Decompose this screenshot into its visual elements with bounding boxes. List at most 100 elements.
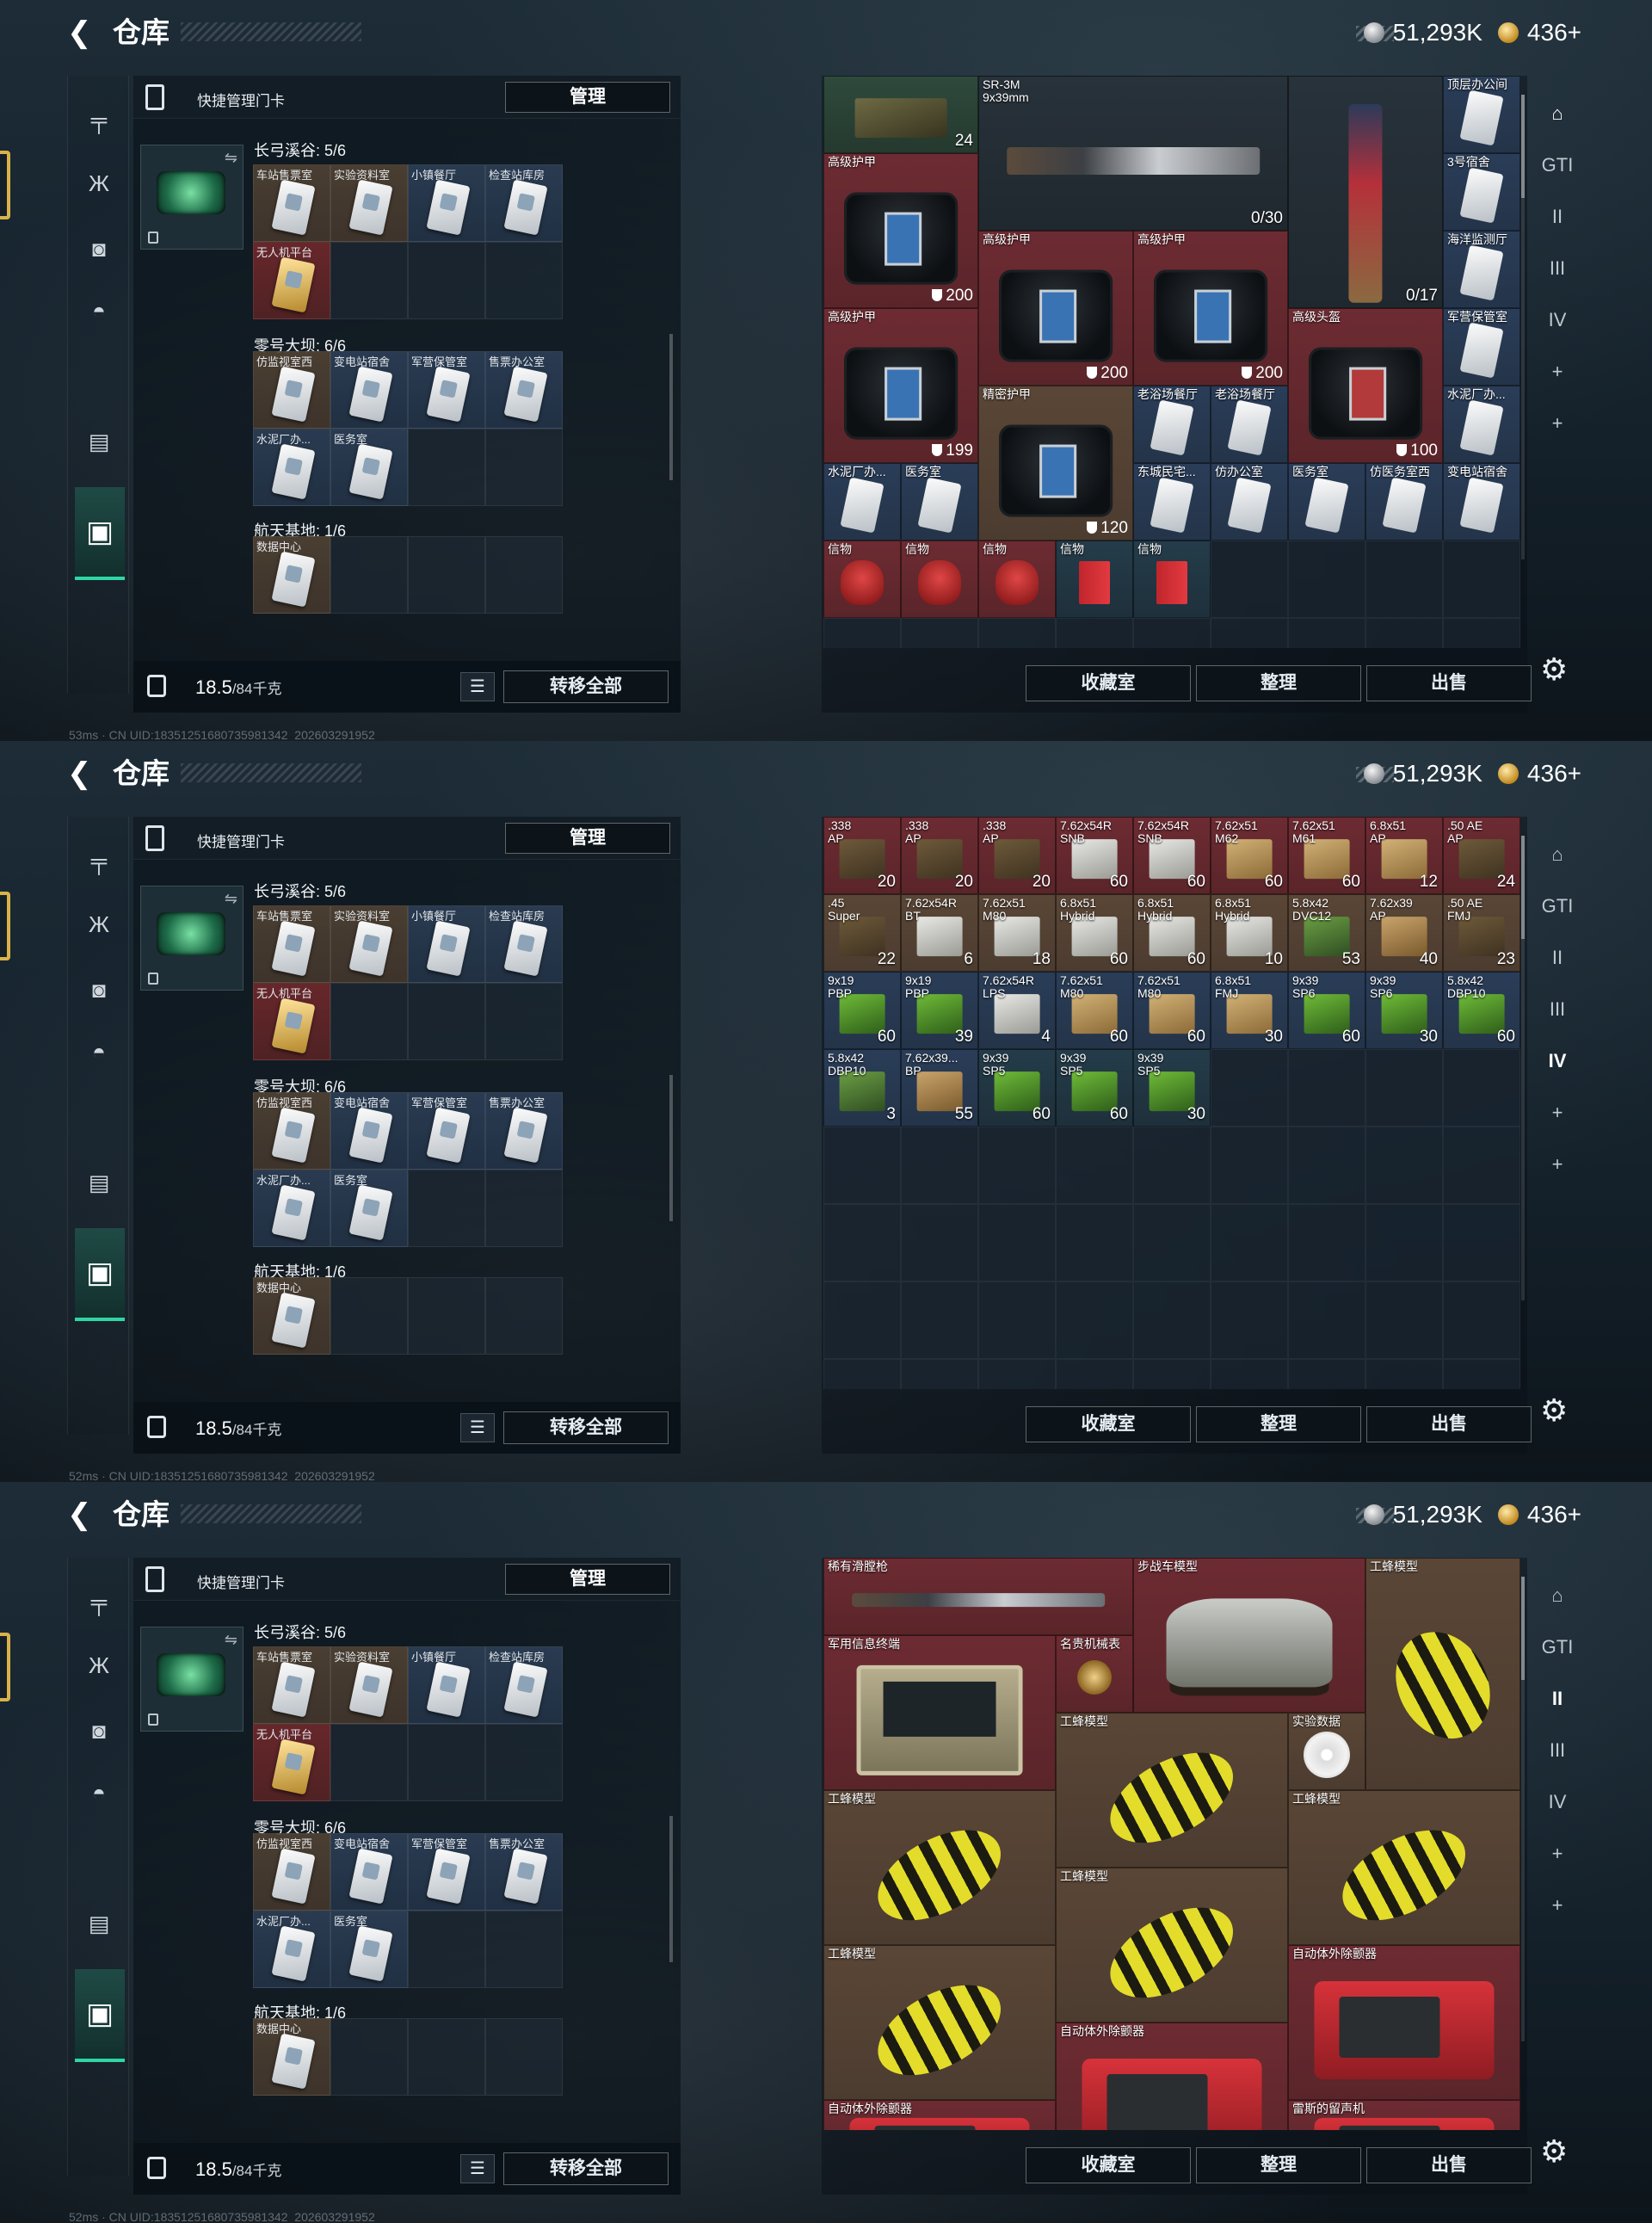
vest-icon[interactable]: Ж — [85, 170, 113, 196]
warehouse-item[interactable]: 高级护甲 200 — [978, 231, 1133, 386]
back-arrow-icon[interactable]: ❮ — [67, 15, 92, 50]
keycard-case-item[interactable]: ⇋ — [140, 1627, 243, 1732]
warehouse-item[interactable]: 5.8x42 DBP10 60 — [1443, 972, 1520, 1049]
warehouse-item[interactable]: 工蜂模型 — [823, 1790, 1056, 1945]
warehouse-item[interactable]: 水泥厂办... — [823, 463, 901, 540]
warehouse-item[interactable]: 老浴场餐厅 — [1133, 386, 1211, 463]
empty-keycard-slot[interactable] — [408, 536, 485, 614]
warehouse-item[interactable]: 变电站宿舍 — [1443, 463, 1520, 540]
helmet-icon[interactable]: ◓ — [85, 1780, 113, 1806]
gold-amount[interactable]: 436+ — [1527, 758, 1581, 789]
swap-icon[interactable]: ⇋ — [225, 890, 237, 908]
storage-tab-home-icon[interactable]: ⌂ — [1537, 95, 1578, 133]
gear-icon[interactable]: ⚙ — [1540, 2133, 1568, 2170]
keycard-slot[interactable]: 车站售票室 — [253, 905, 330, 983]
keycard-slot[interactable]: 医务室 — [330, 429, 408, 506]
keycard-slot[interactable]: 小镇餐厅 — [408, 905, 485, 983]
briefcase-icon[interactable]: ▤ — [85, 1911, 113, 1936]
empty-keycard-slot[interactable] — [485, 983, 563, 1060]
empty-slot[interactable] — [1133, 1127, 1211, 1204]
keycard-slot[interactable]: 医务室 — [330, 1911, 408, 1988]
empty-slot[interactable] — [1365, 1204, 1443, 1281]
empty-keycard-slot[interactable] — [408, 242, 485, 319]
empty-slot[interactable] — [1211, 1049, 1288, 1127]
category-tab-keycards[interactable]: ▣ — [75, 487, 125, 580]
lock-icon[interactable] — [147, 675, 166, 697]
keycard-slot[interactable]: 水泥厂办... — [253, 1170, 330, 1247]
panel-scrollbar[interactable] — [669, 334, 673, 480]
empty-slot[interactable] — [1133, 1204, 1211, 1281]
warehouse-item[interactable]: 7.62x39 AP 40 — [1365, 894, 1443, 972]
keycard-slot[interactable]: 水泥厂办... — [253, 1911, 330, 1988]
empty-slot[interactable] — [1056, 1204, 1133, 1281]
collection-room-button[interactable]: 收藏室 — [1026, 665, 1191, 701]
empty-keycard-slot[interactable] — [330, 242, 408, 319]
keycard-slot[interactable]: 实验资料室 — [330, 905, 408, 983]
warehouse-item[interactable]: 7.62x54R BT 6 — [901, 894, 978, 972]
warehouse-item[interactable]: 7.62x51 M80 60 — [1056, 972, 1133, 1049]
empty-slot[interactable] — [1288, 1204, 1365, 1281]
gold-amount[interactable]: 436+ — [1527, 17, 1581, 48]
empty-keycard-slot[interactable] — [408, 429, 485, 506]
warehouse-item[interactable]: .45 Super 22 — [823, 894, 901, 972]
collection-room-button[interactable]: 收藏室 — [1026, 1406, 1191, 1442]
keycard-slot[interactable]: 售票办公室 — [485, 1833, 563, 1911]
empty-keycard-slot[interactable] — [408, 2018, 485, 2096]
storage-tab-3-icon[interactable]: II — [1537, 1680, 1578, 1718]
keycard-slot[interactable]: 实验资料室 — [330, 164, 408, 242]
add-storage-tab-icon[interactable]: + — [1537, 1094, 1578, 1132]
warehouse-item[interactable]: 9x39 SP5 30 — [1133, 1049, 1211, 1127]
empty-slot[interactable] — [823, 1204, 901, 1281]
lock-icon[interactable] — [147, 1416, 166, 1438]
storage-tab-gti-icon[interactable]: GTI — [1537, 146, 1578, 184]
warehouse-item[interactable]: 6.8x51 Hybrid 60 — [1056, 894, 1133, 972]
sort-button[interactable]: 整理 — [1196, 1406, 1361, 1442]
empty-slot[interactable] — [1443, 1127, 1520, 1204]
swap-icon[interactable]: ⇋ — [225, 149, 237, 167]
warehouse-item[interactable]: 24 — [823, 76, 978, 153]
warehouse-item[interactable]: .338 AP 20 — [823, 817, 901, 894]
empty-slot[interactable] — [1443, 618, 1520, 648]
empty-keycard-slot[interactable] — [330, 1724, 408, 1801]
keycard-slot[interactable]: 检查站库房 — [485, 1646, 563, 1724]
empty-slot[interactable] — [823, 1359, 901, 1389]
keycard-slot[interactable]: 无人机平台 — [253, 1724, 330, 1801]
warehouse-item[interactable]: 医务室 — [1288, 463, 1365, 540]
warehouse-scrollbar[interactable] — [1521, 836, 1525, 1300]
manage-button[interactable]: 管理 — [505, 1564, 670, 1595]
warehouse-item[interactable]: 信物 — [901, 540, 978, 618]
empty-slot[interactable] — [1365, 1049, 1443, 1127]
keycard-slot[interactable]: 售票办公室 — [485, 1092, 563, 1170]
empty-slot[interactable] — [1365, 1281, 1443, 1359]
empty-slot[interactable] — [1443, 540, 1520, 618]
warehouse-item[interactable]: 步战车模型 — [1133, 1558, 1365, 1713]
warehouse-item[interactable]: 9x39 SP6 30 — [1365, 972, 1443, 1049]
keycard-slot[interactable]: 军营保管室 — [408, 1092, 485, 1170]
empty-slot[interactable] — [1288, 1359, 1365, 1389]
storage-tab-gti-icon[interactable]: GTI — [1537, 887, 1578, 925]
transfer-all-button[interactable]: 转移全部 — [503, 1411, 669, 1444]
keycard-slot[interactable]: 车站售票室 — [253, 164, 330, 242]
keycard-slot[interactable]: 军营保管室 — [408, 1833, 485, 1911]
empty-slot[interactable] — [978, 1127, 1056, 1204]
storage-tab-5-icon[interactable]: IV — [1537, 1783, 1578, 1821]
empty-slot[interactable] — [1288, 540, 1365, 618]
vest-icon[interactable]: Ж — [85, 1652, 113, 1678]
warehouse-item[interactable]: .338 AP 20 — [901, 817, 978, 894]
backpack-icon[interactable]: ◙ — [85, 236, 113, 262]
storage-tab-gti-icon[interactable]: GTI — [1537, 1628, 1578, 1666]
empty-keycard-slot[interactable] — [408, 1277, 485, 1355]
empty-slot[interactable] — [1211, 1127, 1288, 1204]
warehouse-item[interactable]: 军用信息终端 — [823, 1635, 1056, 1790]
empty-slot[interactable] — [1443, 1359, 1520, 1389]
empty-slot[interactable] — [1443, 1049, 1520, 1127]
list-view-icon[interactable]: ☰ — [460, 2154, 495, 2183]
empty-keycard-slot[interactable] — [485, 1911, 563, 1988]
gold-amount[interactable]: 436+ — [1527, 1499, 1581, 1530]
storage-tab-4-icon[interactable]: III — [1537, 1732, 1578, 1769]
warehouse-item[interactable]: 5.8x42 DVC12 53 — [1288, 894, 1365, 972]
side-drawer-tab[interactable] — [0, 892, 10, 960]
backpack-icon[interactable]: ◙ — [85, 977, 113, 1003]
empty-slot[interactable] — [823, 1127, 901, 1204]
empty-slot[interactable] — [1211, 540, 1288, 618]
